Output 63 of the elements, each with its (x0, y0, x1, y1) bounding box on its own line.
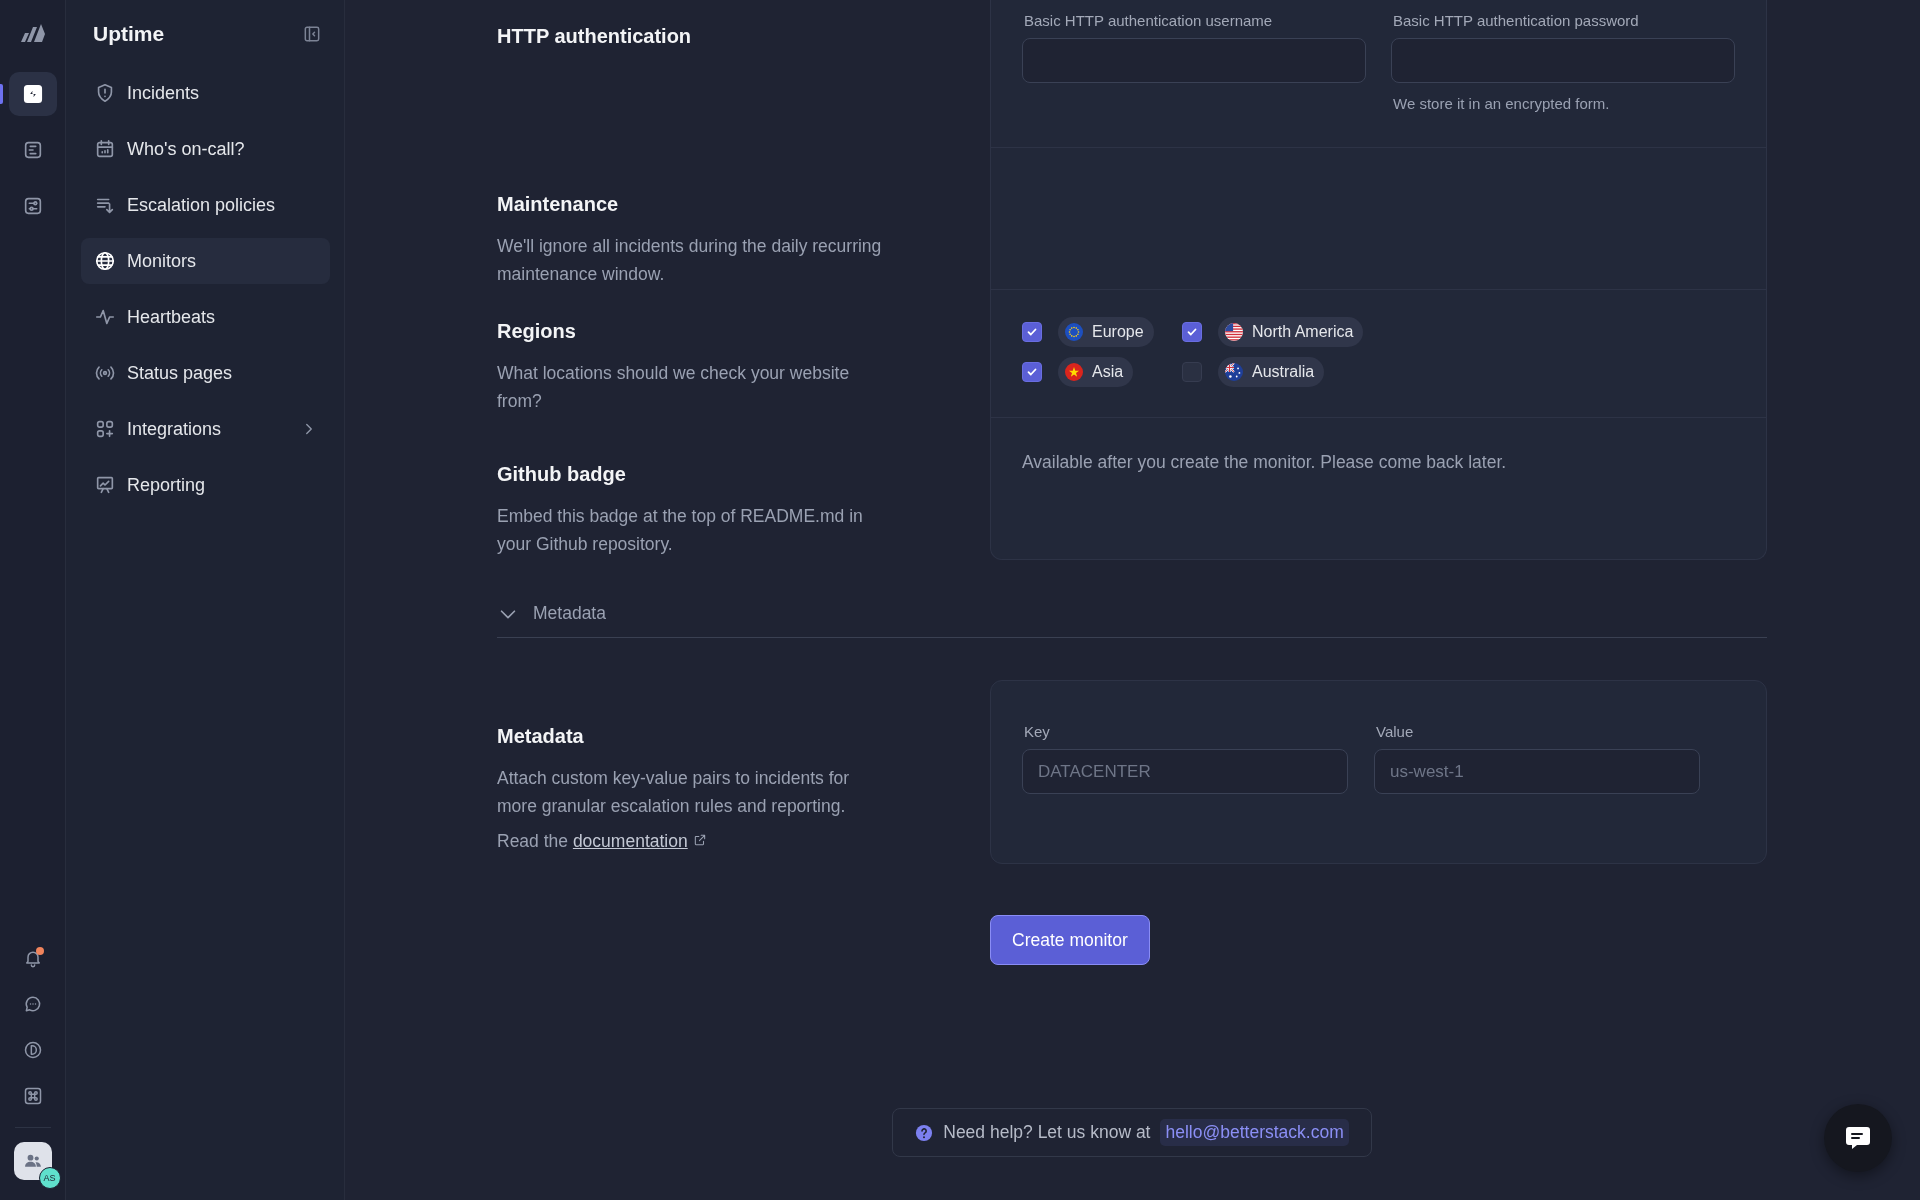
info-text: Available after you create the monitor. Please come back later. (1022, 451, 1508, 474)
nav-item[interactable]: Incidents (81, 70, 330, 116)
field-hint: We store it in an encrypted form. (1392, 95, 1611, 113)
check-icon (1026, 366, 1038, 378)
nav-item[interactable]: Status pages (81, 350, 330, 396)
section-title: Github badge (497, 462, 627, 487)
circle-d-icon (22, 1040, 43, 1060)
section-description: Attach custom key-value pairs to incidents for more granular escalation rules and reporting. (497, 767, 851, 818)
nav-item[interactable]: Reporting (81, 462, 330, 508)
create-monitor-button[interactable]: Create monitor (990, 915, 1150, 965)
help-text: Need help? Let us know at (943, 1122, 1151, 1143)
integrations-icon (94, 418, 116, 440)
calendar-icon (94, 138, 116, 160)
nav-item[interactable]: Heartbeats (81, 294, 330, 340)
input-field[interactable]: DATACENTER (1022, 749, 1348, 794)
region-chip: Europe (1058, 317, 1154, 347)
section-description: What locations should we check your website from? (497, 362, 851, 413)
metadata-toggle[interactable]: Metadata (497, 590, 1767, 638)
active-indicator (0, 84, 3, 104)
input-field[interactable]: us-west-1 (1374, 749, 1700, 794)
check-icon (1026, 326, 1038, 338)
region-chip: Asia (1058, 357, 1134, 387)
region-chip: North America (1218, 317, 1364, 347)
check-icon (1186, 326, 1198, 338)
flag-icon (1065, 323, 1083, 341)
region-chip: Australia (1218, 357, 1325, 387)
section-description: We'll ignore all incidents during the daily recurring maintenance window. (497, 235, 883, 286)
globe-icon (94, 250, 116, 272)
bolt-icon (21, 83, 44, 105)
app-title: Uptime (93, 22, 165, 46)
logo-icon (18, 22, 47, 44)
documentation-link[interactable]: documentation (572, 831, 688, 851)
field-label: Key (1023, 723, 1051, 741)
documentation-text: Read the documentation (497, 827, 889, 855)
input-field[interactable] (1022, 38, 1366, 83)
section-title: HTTP authentication (497, 24, 693, 49)
nav-item[interactable]: Who's on-call? (81, 126, 330, 172)
external-link-icon (692, 833, 707, 847)
flag-icon (1225, 363, 1243, 381)
rail-button[interactable] (8, 72, 57, 116)
checkbox[interactable] (1182, 322, 1202, 342)
flag-icon (1225, 323, 1243, 341)
section-title: Regions (497, 319, 577, 344)
checkbox[interactable] (1022, 322, 1042, 342)
field-label: Basic HTTP authentication password (1392, 12, 1640, 30)
collapse-sidebar-icon (302, 24, 322, 44)
help-icon (915, 1123, 934, 1142)
section-description: Embed this badge at the top of README.md in your Github repository. (497, 505, 864, 556)
checkbox[interactable] (1022, 362, 1042, 382)
command-icon (22, 1086, 43, 1106)
presentation-icon (94, 474, 116, 496)
nav-item[interactable]: Monitors (81, 238, 330, 284)
flag-icon (1065, 363, 1083, 381)
section-title: Maintenance (497, 192, 620, 217)
nav-item[interactable]: Integrations (81, 406, 330, 452)
input-field[interactable] (1391, 38, 1735, 83)
field-label: Value (1375, 723, 1415, 741)
collapse-button[interactable] (302, 24, 322, 44)
nav-item[interactable]: Escalation policies (81, 182, 330, 228)
chat-icon (22, 994, 43, 1014)
field-label: Basic HTTP authentication username (1023, 12, 1274, 30)
section-title: Metadata (497, 724, 585, 749)
email-link[interactable]: hello@betterstack.com (1160, 1119, 1349, 1146)
